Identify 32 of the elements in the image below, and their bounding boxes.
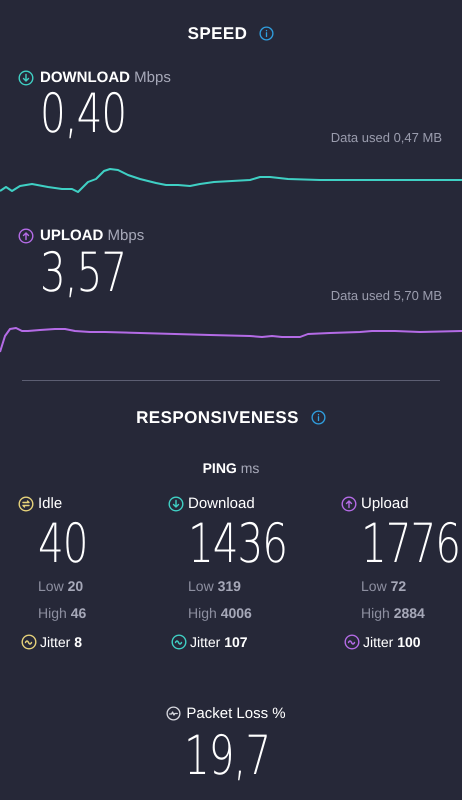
- ping-type-label: Download: [188, 494, 255, 514]
- high-reading: High 4006: [187, 604, 253, 623]
- wave-icon: [21, 634, 37, 650]
- data-used: Data used 0,47 MB: [330, 128, 442, 146]
- info-icon[interactable]: [259, 26, 274, 42]
- metric-label: DOWNLOAD Mbps: [40, 68, 171, 88]
- pulse-icon: [166, 706, 182, 722]
- speed-value: 3,57: [40, 246, 126, 300]
- low-reading: Low 319: [187, 576, 242, 596]
- high-reading: High 2884: [360, 604, 426, 623]
- ping-value: 1776: [361, 516, 460, 570]
- ping-value: 1436: [188, 516, 288, 570]
- low-reading: Low 72: [360, 576, 408, 596]
- wave-icon: [344, 634, 360, 650]
- ping-type-label: Upload: [361, 494, 409, 514]
- section-title: SPEED: [188, 23, 248, 45]
- ping-label: PING ms: [202, 459, 260, 478]
- data-used: Data used 5,70 MB: [330, 287, 442, 305]
- jitter-reading: Jitter 100: [363, 632, 421, 652]
- ping-value: 40: [38, 516, 88, 570]
- wave-icon: [171, 634, 187, 650]
- jitter-reading: Jitter 8: [40, 632, 82, 652]
- ping-type-label: Idle: [38, 494, 62, 514]
- section-title: RESPONSIVENESS: [136, 406, 299, 428]
- low-reading: Low 20: [37, 576, 84, 596]
- info-icon[interactable]: [310, 410, 326, 425]
- high-reading: High 46: [37, 604, 88, 623]
- speed-value: 0,40: [40, 87, 126, 141]
- metric-label: UPLOAD Mbps: [40, 226, 144, 246]
- packet-loss-label: Packet Loss %: [186, 704, 286, 724]
- packet-loss-value: 19,7: [184, 729, 270, 783]
- jitter-reading: Jitter 107: [190, 632, 248, 652]
